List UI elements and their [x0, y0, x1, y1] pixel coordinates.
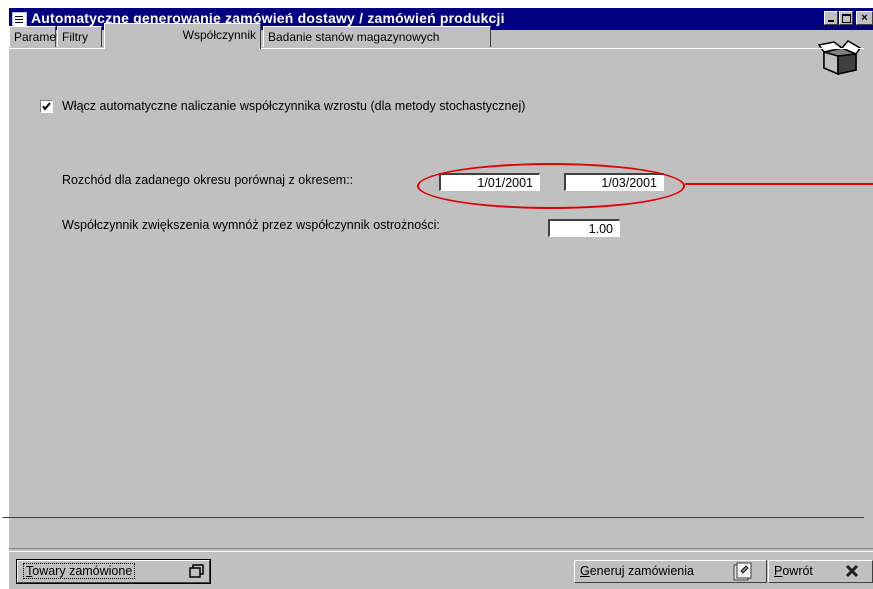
- close-button[interactable]: ×: [856, 11, 873, 25]
- tab-wspolczynnik[interactable]: Współczynnik: [104, 23, 261, 49]
- annotation-leader-line: [685, 183, 873, 185]
- multiplier-field[interactable]: 1.00: [548, 219, 620, 237]
- close-x-icon: [845, 565, 859, 578]
- window-title: Automatyczne generowanie zamówień dostaw…: [31, 10, 505, 26]
- compare-period-label: Rozchód dla zadanego okresu porównaj z o…: [62, 173, 354, 187]
- auto-growth-checkbox[interactable]: [40, 100, 53, 113]
- minimize-icon: [828, 20, 834, 22]
- generuj-zamowienia-button[interactable]: Generuj zamówienia: [574, 560, 767, 583]
- towary-zamowione-button[interactable]: Towary zamówione: [16, 559, 211, 584]
- maximize-button[interactable]: [839, 11, 853, 25]
- tab-filtry[interactable]: Filtry: [57, 26, 102, 47]
- minimize-button[interactable]: [824, 11, 838, 25]
- tab-badanie-stanow[interactable]: Badanie stanów magazynowych: [263, 26, 491, 47]
- powrot-button[interactable]: Powrót: [768, 560, 873, 583]
- annotation-ellipse: [417, 163, 685, 209]
- bottom-divider: [9, 548, 873, 552]
- stack-icon: [189, 564, 204, 578]
- generate-orders-icon: [733, 562, 752, 581]
- checkmark-icon: [42, 102, 51, 111]
- auto-growth-label: Włącz automatyczne naliczanie współczynn…: [62, 99, 526, 113]
- close-icon: ×: [861, 12, 868, 24]
- multiplier-label: Współczynnik zwiększenia wymnóż przez ws…: [62, 218, 440, 232]
- tab-parametry[interactable]: Parametry: [9, 26, 69, 47]
- towary-button-label: Towary zamówione: [23, 563, 136, 579]
- tab-panel: [2, 48, 864, 518]
- generuj-button-label: Generuj zamówienia: [580, 564, 694, 578]
- powrot-button-label: Powrót: [774, 564, 813, 578]
- maximize-icon: [842, 14, 851, 23]
